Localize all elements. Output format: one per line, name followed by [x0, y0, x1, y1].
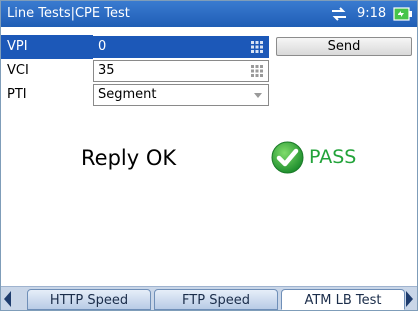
- vpi-value: 0: [98, 39, 107, 54]
- network-arrows-icon: [332, 7, 346, 21]
- pti-label: PTI: [7, 87, 27, 102]
- vci-value: 35: [98, 63, 115, 78]
- tab-atm-lb-test[interactable]: ATM LB Test: [281, 289, 405, 310]
- scroll-left-arrow-icon[interactable]: [4, 291, 11, 307]
- chevron-down-icon[interactable]: [254, 93, 262, 98]
- pti-value: Segment: [98, 87, 157, 102]
- tab-bar: HTTP Speed FTP Speed ATM LB Test: [1, 286, 417, 310]
- vpi-field[interactable]: 0: [93, 36, 269, 58]
- tab-http-speed[interactable]: HTTP Speed: [27, 289, 151, 310]
- pass-status: PASS: [309, 146, 357, 168]
- clock-time: 9:18: [357, 6, 387, 21]
- check-icon: [271, 141, 304, 174]
- vci-field[interactable]: 35: [93, 60, 269, 82]
- title-bar: Line Tests|CPE Test 9:18: [1, 1, 417, 27]
- vpi-label: VPI: [1, 35, 93, 59]
- vci-label: VCI: [7, 63, 29, 78]
- battery-icon: [393, 7, 412, 21]
- window-title: Line Tests|CPE Test: [7, 6, 130, 21]
- scroll-right-arrow-icon[interactable]: [406, 291, 413, 307]
- vpi-row[interactable]: VPI 0: [1, 35, 271, 59]
- keypad-icon[interactable]: [251, 41, 263, 53]
- tab-ftp-speed[interactable]: FTP Speed: [154, 289, 278, 310]
- vci-row[interactable]: VCI 35: [1, 59, 271, 83]
- reply-status-text: Reply OK: [81, 146, 177, 170]
- keypad-icon[interactable]: [251, 65, 263, 77]
- app-window: Line Tests|CPE Test 9:18 VPI 0 Send VCI …: [0, 0, 418, 311]
- pti-select[interactable]: Segment: [93, 84, 269, 106]
- send-button[interactable]: Send: [276, 37, 412, 56]
- pti-row[interactable]: PTI Segment: [1, 83, 271, 107]
